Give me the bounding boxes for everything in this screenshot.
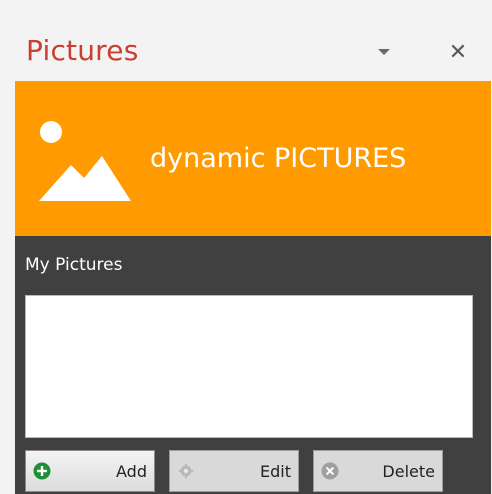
picture-icon — [39, 121, 131, 201]
delete-button[interactable]: Delete — [313, 450, 443, 492]
delete-icon — [320, 461, 340, 481]
pictures-content: My Pictures Add Edit Delete — [15, 236, 491, 494]
pane-menu-button[interactable] — [371, 39, 397, 65]
banner-title: dynamic PICTURES — [150, 143, 407, 174]
delete-button-label: Delete — [382, 461, 435, 481]
close-icon: ✕ — [448, 39, 468, 65]
pictures-list[interactable] — [25, 295, 473, 438]
dropdown-triangle-icon — [378, 49, 390, 55]
pane-title: Pictures — [26, 34, 139, 67]
add-button[interactable]: Add — [25, 450, 155, 492]
gear-icon — [176, 461, 196, 481]
close-pane-button[interactable]: ✕ — [445, 39, 471, 65]
edit-button-label: Edit — [260, 461, 291, 481]
edit-button[interactable]: Edit — [169, 450, 299, 492]
add-button-label: Add — [116, 461, 147, 481]
add-icon — [32, 461, 52, 481]
banner: dynamic PICTURES — [15, 81, 491, 236]
task-pane: Pictures ✕ dynamic PICTURES My Pictures — [15, 15, 491, 494]
pane-header: Pictures ✕ — [15, 15, 491, 81]
my-pictures-label: My Pictures — [25, 255, 123, 275]
